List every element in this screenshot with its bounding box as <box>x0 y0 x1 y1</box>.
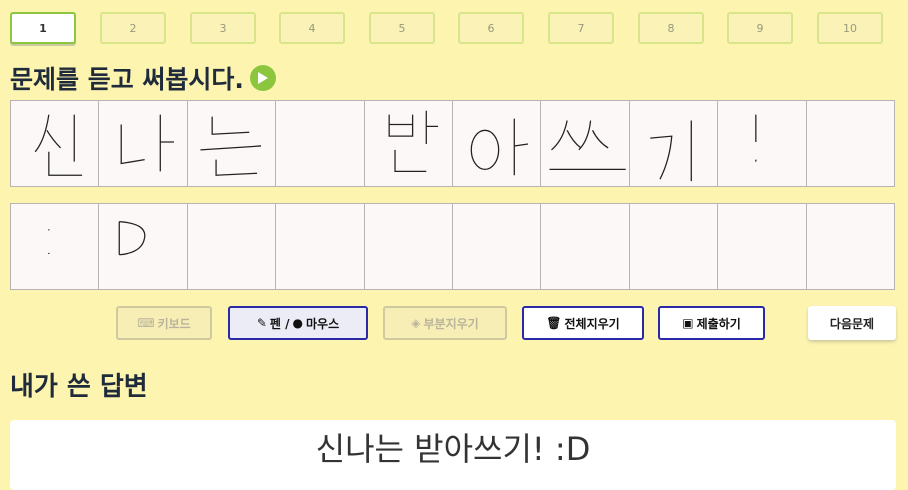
question-tabs: 1 2 3 4 5 6 7 8 9 10 <box>10 12 888 46</box>
tab-6[interactable]: 6 <box>458 12 524 44</box>
page-title: 문제를 듣고 써봅시다. <box>10 60 276 96</box>
trash-icon: 🗑 <box>546 316 562 330</box>
keyboard-icon: ⌨ <box>137 316 155 330</box>
writing-row-2 <box>10 203 896 290</box>
writing-cell[interactable] <box>628 203 719 290</box>
tab-10[interactable]: 10 <box>817 12 883 44</box>
title-text: 문제를 듣고 써봅시다. <box>10 65 244 94</box>
writing-cell[interactable] <box>363 203 454 290</box>
tab-5[interactable]: 5 <box>369 12 435 44</box>
writing-cell[interactable] <box>540 203 630 290</box>
writing-cell[interactable] <box>10 100 100 187</box>
play-audio-icon[interactable] <box>249 65 276 91</box>
tab-4[interactable]: 4 <box>279 12 345 44</box>
tab-2[interactable]: 2 <box>100 12 166 44</box>
writing-cell[interactable] <box>452 203 542 290</box>
pencil-icon: ✎ <box>256 316 267 330</box>
writing-cell[interactable] <box>452 100 542 187</box>
writing-cell[interactable] <box>805 100 896 187</box>
writing-cell[interactable] <box>10 203 100 290</box>
writing-cell[interactable] <box>717 203 807 290</box>
writing-cell[interactable] <box>186 100 277 187</box>
erase-all-label: 전체지우기 <box>564 316 620 331</box>
submit-file-icon: ▣ <box>682 316 694 330</box>
writing-cell[interactable] <box>98 100 188 187</box>
writing-cell[interactable] <box>275 100 365 187</box>
writing-cell[interactable] <box>363 100 454 187</box>
keyboard-label: 키보드 <box>157 316 191 331</box>
writing-cell[interactable] <box>540 100 630 187</box>
writing-cell[interactable] <box>717 100 807 187</box>
partial-erase-label: 부분지우기 <box>423 316 479 331</box>
tab-3[interactable]: 3 <box>190 12 256 44</box>
writing-cell[interactable] <box>98 203 188 290</box>
erase-all-button[interactable]: 🗑 전체지우기 <box>522 306 644 340</box>
answer-display: 신나는 받아쓰기! :D <box>10 420 896 490</box>
answer-heading: 내가 쓴 답변 <box>10 372 148 402</box>
tab-7[interactable]: 7 <box>548 12 614 44</box>
writing-row-1 <box>10 100 896 187</box>
eraser-icon: ◈ <box>411 316 421 330</box>
submit-label: 제출하기 <box>696 316 741 331</box>
tab-9[interactable]: 9 <box>727 12 793 44</box>
writing-cell[interactable] <box>805 203 896 290</box>
pen-label: 펜 / <box>269 316 290 331</box>
mouse-label: 마우스 <box>306 316 340 331</box>
writing-cell[interactable] <box>275 203 365 290</box>
next-label: 다음문제 <box>829 316 875 331</box>
tab-1[interactable]: 1 <box>10 12 76 44</box>
partial-erase-button[interactable]: ◈ 부분지우기 <box>383 306 507 340</box>
tab-8[interactable]: 8 <box>638 12 704 44</box>
next-question-button[interactable]: 다음문제 <box>808 306 896 340</box>
keyboard-button[interactable]: ⌨ 키보드 <box>116 306 212 340</box>
mouse-icon: ● <box>292 316 304 330</box>
writing-cell[interactable] <box>186 203 277 290</box>
pen-mouse-button[interactable]: ✎ 펜 / ● 마우스 <box>228 306 368 340</box>
writing-cell[interactable] <box>628 100 719 187</box>
submit-button[interactable]: ▣ 제출하기 <box>658 306 765 340</box>
